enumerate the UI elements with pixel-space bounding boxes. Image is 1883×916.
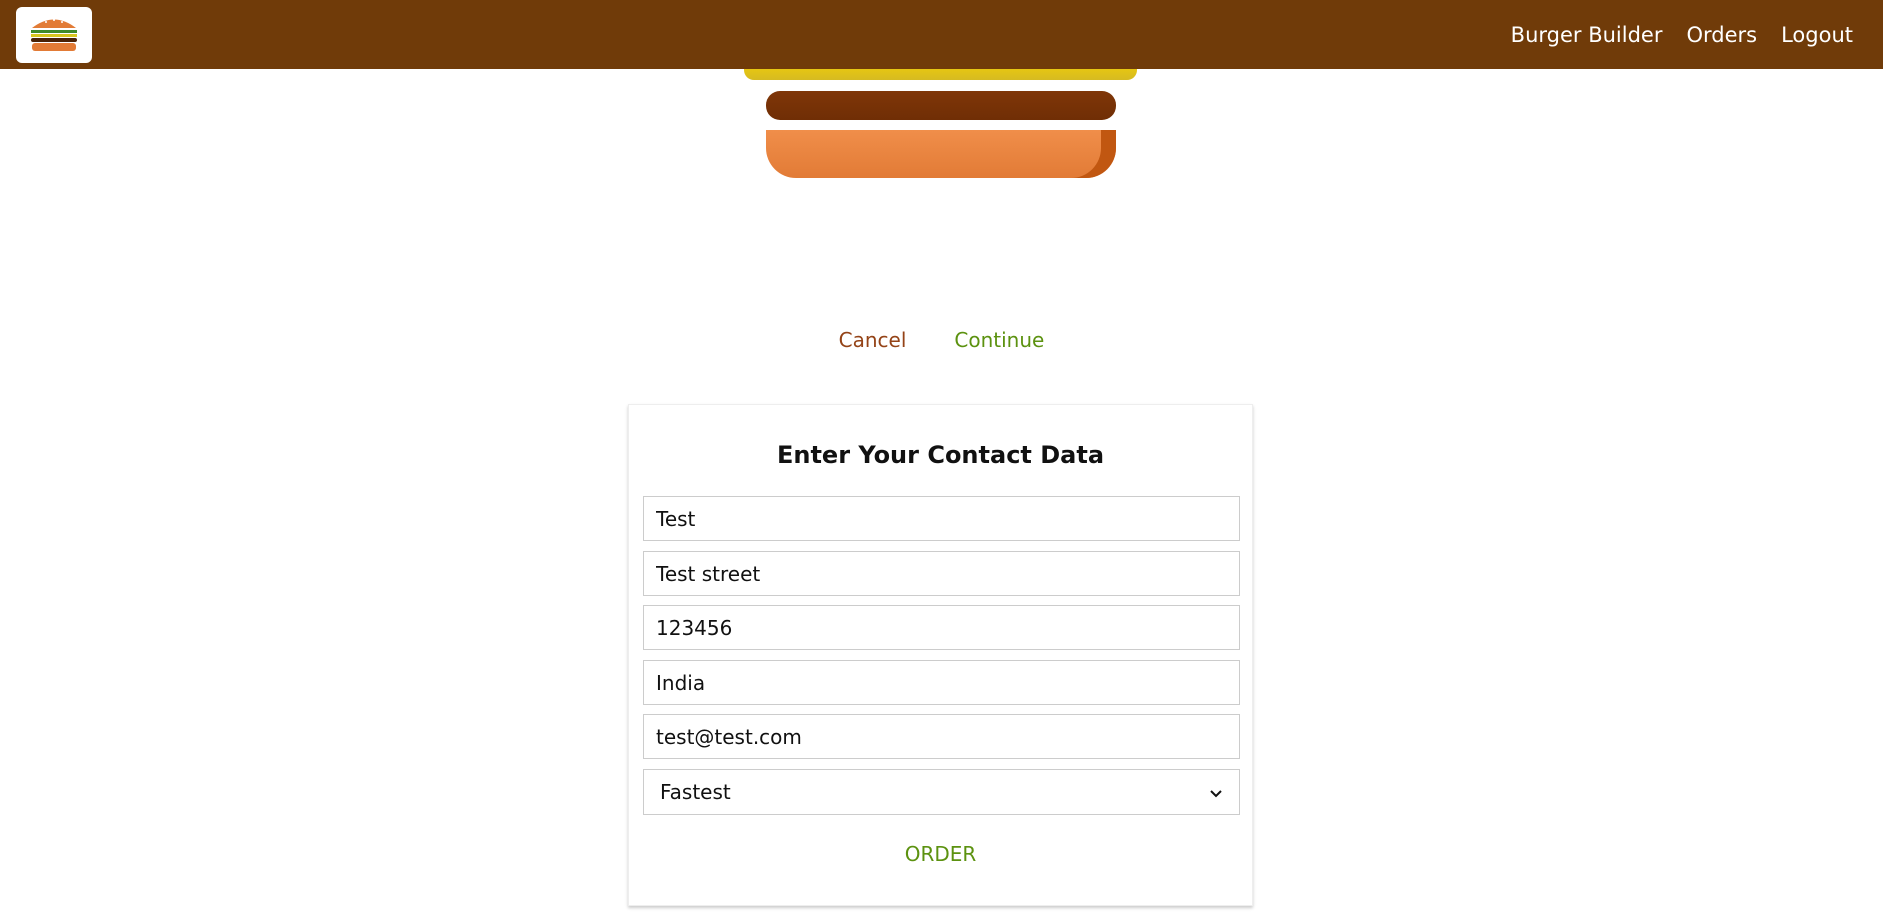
burger-cheese-layer <box>744 69 1137 80</box>
delivery-method-value: Fastest <box>660 780 731 804</box>
email-field[interactable] <box>643 714 1240 759</box>
street-field[interactable] <box>643 551 1240 596</box>
contact-form: Enter Your Contact Data Fastest ORDER <box>628 404 1253 906</box>
order-button[interactable]: ORDER <box>629 842 1252 866</box>
main-nav: Burger Builder Orders Logout <box>1499 0 1867 69</box>
burger-preview <box>0 69 1883 279</box>
burger-meat-layer <box>766 91 1116 120</box>
zip-code-field[interactable] <box>643 605 1240 650</box>
nav-item-burger-builder[interactable]: Burger Builder <box>1499 0 1675 69</box>
burger-logo-icon[interactable] <box>16 6 92 63</box>
nav-item-logout[interactable]: Logout <box>1769 0 1867 69</box>
burger-bread-bottom <box>766 130 1116 178</box>
contact-title: Enter Your Contact Data <box>776 441 1105 469</box>
toolbar: Burger Builder Orders Logout <box>0 0 1883 69</box>
cancel-button[interactable]: Cancel <box>815 322 931 358</box>
chevron-down-icon <box>1209 780 1223 804</box>
delivery-method-select[interactable]: Fastest <box>643 769 1240 815</box>
name-field[interactable] <box>643 496 1240 541</box>
checkout-actions: Cancel Continue <box>0 322 1883 358</box>
continue-button[interactable]: Continue <box>930 322 1068 358</box>
country-field[interactable] <box>643 660 1240 705</box>
nav-item-orders[interactable]: Orders <box>1674 0 1769 69</box>
